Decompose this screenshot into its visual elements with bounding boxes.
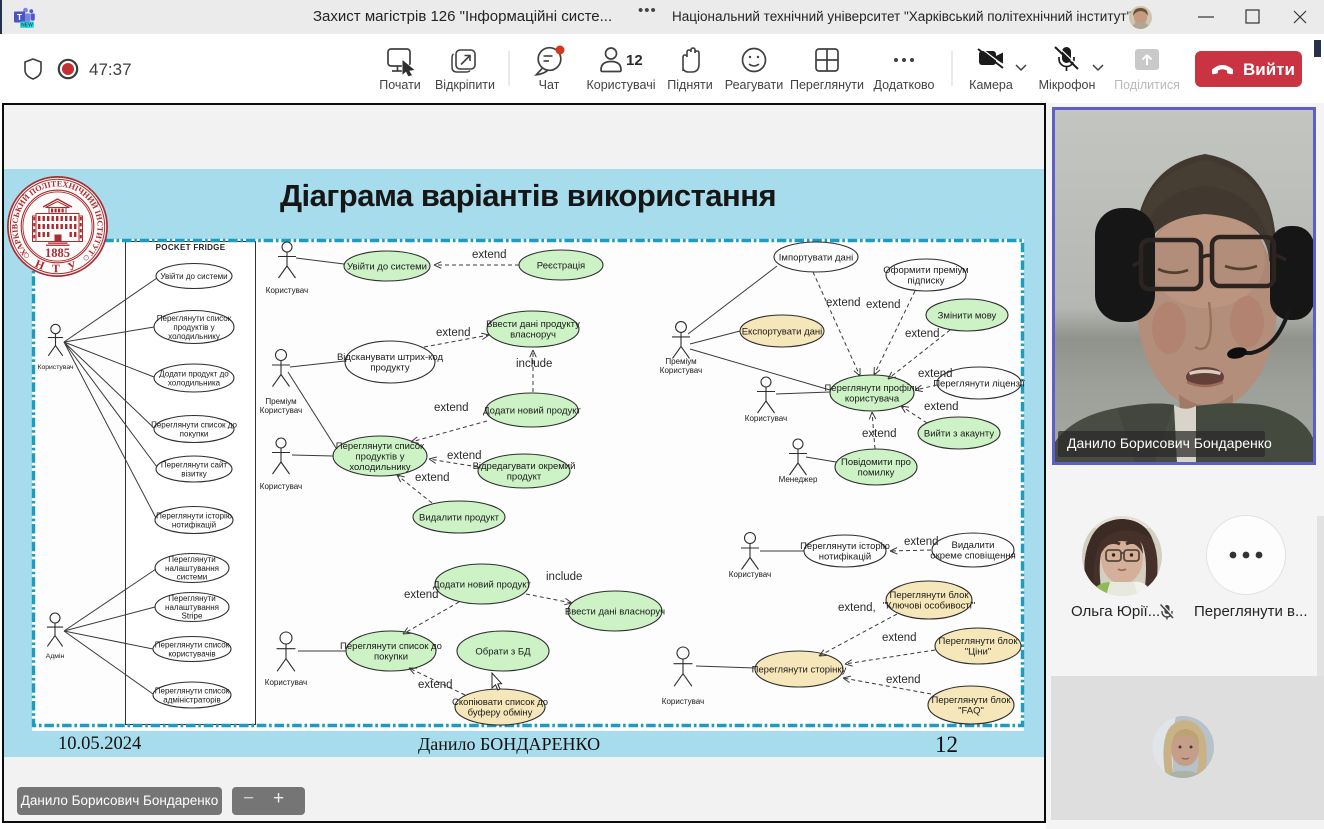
svg-text:Користувач: Користувач: [745, 414, 787, 423]
svg-text:Вийти з акаунту: Вийти з акаунту: [924, 428, 995, 439]
svg-text:ПреміумКористувач: ПреміумКористувач: [660, 357, 702, 375]
svg-text:Користувач: Користувач: [662, 697, 704, 706]
svg-text:extend: extend: [866, 299, 901, 311]
svg-text:Видалити продукт: Видалити продукт: [419, 512, 500, 523]
svg-text:Експортувати дані: Експортувати дані: [742, 326, 823, 337]
svg-text:Користувач: Користувач: [729, 570, 771, 579]
svg-text:extend: extend: [434, 402, 469, 414]
svg-text:Ввести дані власноруч: Ввести дані власноруч: [565, 606, 665, 617]
svg-text:extend: extend: [826, 297, 861, 309]
svg-text:Користувач: Користувач: [266, 286, 308, 295]
svg-text:include: include: [546, 571, 582, 583]
svg-text:Додати продукт дохолодильника: Додати продукт дохолодильника: [159, 369, 229, 387]
svg-text:Переглянути сторінку: Переглянути сторінку: [752, 664, 847, 675]
svg-text:Користувач: Користувач: [37, 364, 73, 371]
svg-text:extend: extend: [418, 679, 453, 691]
svg-text:Додати новий продукт: Додати новий продукт: [483, 405, 581, 416]
svg-text:extend: extend: [415, 472, 450, 484]
svg-text:Менеджер: Менеджер: [779, 475, 818, 484]
svg-text:1885: 1885: [45, 246, 70, 260]
svg-text:Користувач: Користувач: [265, 678, 307, 687]
svg-text:Реєстрація: Реєстрація: [537, 260, 585, 271]
svg-text:include: include: [516, 358, 552, 370]
svg-text:extend: extend: [882, 632, 917, 644]
svg-text:Увійти до системи: Увійти до системи: [347, 261, 427, 272]
svg-text:extend: extend: [472, 249, 507, 261]
svg-text:extend: extend: [404, 589, 439, 601]
svg-text:Переглянути списокадміністрато: Переглянути списокадміністраторів: [155, 686, 230, 704]
svg-text:extend: extend: [905, 328, 940, 340]
svg-text:extend: extend: [904, 536, 939, 548]
svg-text:extend,: extend,: [838, 602, 876, 614]
svg-text:extend: extend: [924, 401, 959, 413]
svg-text:Імпортувати дані: Імпортувати дані: [779, 252, 853, 263]
svg-text:Користувач: Користувач: [260, 482, 302, 491]
svg-text:extend: extend: [918, 368, 953, 380]
svg-text:Увійти до системи: Увійти до системи: [160, 272, 227, 281]
svg-text:Додати новий продукт: Додати новий продукт: [433, 579, 531, 590]
svg-text:ПреміумКористувач: ПреміумКористувач: [260, 397, 302, 415]
svg-text:Змінити мову: Змінити мову: [938, 310, 997, 321]
svg-text:extend: extend: [447, 450, 482, 462]
svg-text:Обрати з БД: Обрати з БД: [475, 646, 531, 657]
svg-text:extend: extend: [886, 674, 921, 686]
svg-text:extend: extend: [862, 428, 897, 440]
svg-text:extend: extend: [436, 327, 471, 339]
svg-text:Переглянути блок"Ключові особи: Переглянути блок"Ключові особивості": [883, 590, 975, 612]
svg-text:Адмін: Адмін: [46, 652, 65, 660]
